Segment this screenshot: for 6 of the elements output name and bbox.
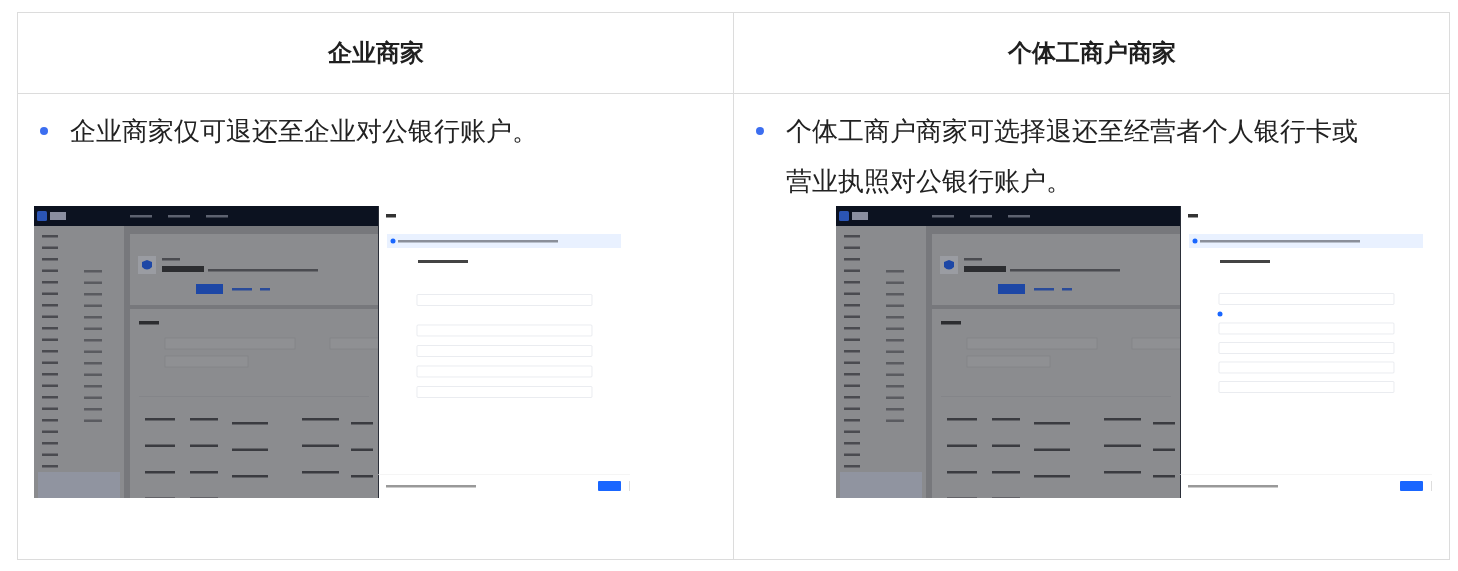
bullet-text: 个体工商户商家可选择退还至经营者个人银行卡或营业执照对公银行账户。	[786, 115, 1359, 198]
column-header: 个体工商户商家	[1007, 38, 1176, 69]
bullet-text: 企业商家仅可退还至企业对公银行账户。	[70, 115, 538, 148]
column-header: 企业商家	[327, 38, 424, 69]
bullet-icon	[40, 127, 48, 135]
bullet-icon	[756, 127, 764, 135]
